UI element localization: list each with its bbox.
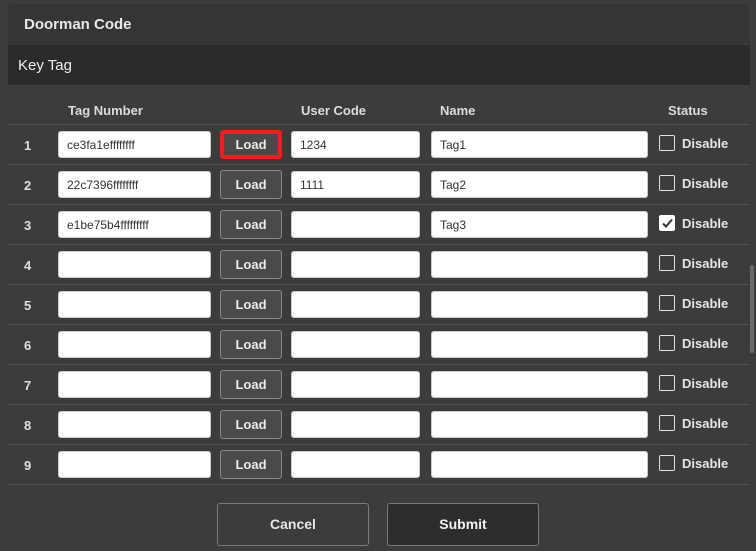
- row-number: 7: [24, 378, 32, 393]
- table-row: 2 Load Disable: [8, 165, 748, 205]
- table-row: 7 Load Disable: [8, 365, 748, 405]
- column-header-user-code: User Code: [301, 103, 367, 118]
- name-input[interactable]: [431, 451, 648, 478]
- scrollbar-thumb[interactable]: [750, 265, 754, 353]
- user-code-input[interactable]: [291, 371, 420, 398]
- table-header: Tag Number User Code Name Status: [8, 96, 748, 125]
- name-input[interactable]: [431, 371, 648, 398]
- user-code-input[interactable]: [291, 171, 420, 198]
- name-input[interactable]: [431, 291, 648, 318]
- user-code-input[interactable]: [291, 291, 420, 318]
- name-input[interactable]: [431, 331, 648, 358]
- disable-checkbox[interactable]: [659, 455, 675, 471]
- load-button[interactable]: Load: [220, 290, 282, 319]
- subsection-title: Key Tag: [18, 56, 72, 74]
- disable-checkbox-group[interactable]: Disable: [659, 415, 728, 431]
- load-button[interactable]: Load: [220, 170, 282, 199]
- user-code-input[interactable]: [291, 131, 420, 158]
- column-header-name: Name: [440, 103, 476, 118]
- load-button[interactable]: Load: [220, 410, 282, 439]
- row-number: 5: [24, 298, 32, 313]
- table-body: 1 Load Disable 2 Load Disable 3 Load Dis…: [8, 125, 748, 485]
- disable-checkbox-group[interactable]: Disable: [659, 215, 728, 231]
- user-code-input[interactable]: [291, 211, 420, 238]
- tag-number-input[interactable]: [58, 411, 211, 438]
- disable-checkbox-group[interactable]: Disable: [659, 135, 728, 151]
- row-number: 6: [24, 338, 32, 353]
- table-row: 4 Load Disable: [8, 245, 748, 285]
- disable-label: Disable: [682, 135, 729, 151]
- tag-number-input[interactable]: [58, 331, 211, 358]
- disable-checkbox[interactable]: [659, 175, 675, 191]
- user-code-input[interactable]: [291, 411, 420, 438]
- disable-checkbox[interactable]: [659, 295, 675, 311]
- row-number: 3: [24, 218, 32, 233]
- load-button[interactable]: Load: [220, 450, 282, 479]
- tag-number-input[interactable]: [58, 451, 211, 478]
- load-button[interactable]: Load: [220, 370, 282, 399]
- submit-button[interactable]: Submit: [387, 503, 539, 546]
- name-input[interactable]: [431, 211, 648, 238]
- disable-checkbox-group[interactable]: Disable: [659, 255, 728, 271]
- disable-checkbox[interactable]: [659, 335, 675, 351]
- tag-number-input[interactable]: [58, 171, 211, 198]
- section-header: Doorman Code: [8, 4, 750, 44]
- tag-number-input[interactable]: [58, 251, 211, 278]
- user-code-input[interactable]: [291, 251, 420, 278]
- load-button[interactable]: Load: [220, 130, 282, 159]
- load-button[interactable]: Load: [220, 330, 282, 359]
- disable-checkbox[interactable]: [659, 135, 675, 151]
- table-row: 8 Load Disable: [8, 405, 748, 445]
- disable-label: Disable: [682, 175, 729, 191]
- checkmark-icon: [662, 218, 673, 228]
- disable-checkbox-group[interactable]: Disable: [659, 175, 728, 191]
- user-code-input[interactable]: [291, 451, 420, 478]
- disable-label: Disable: [682, 255, 729, 271]
- disable-checkbox-group[interactable]: Disable: [659, 375, 728, 391]
- table-row: 9 Load Disable: [8, 445, 748, 485]
- subsection-header: Key Tag: [8, 45, 750, 85]
- tag-number-input[interactable]: [58, 131, 211, 158]
- disable-checkbox-group[interactable]: Disable: [659, 335, 728, 351]
- column-header-tag-number: Tag Number: [68, 103, 143, 118]
- disable-checkbox[interactable]: [659, 215, 675, 231]
- row-number: 9: [24, 458, 32, 473]
- disable-checkbox[interactable]: [659, 375, 675, 391]
- table-row: 5 Load Disable: [8, 285, 748, 325]
- row-number: 2: [24, 178, 32, 193]
- disable-checkbox-group[interactable]: Disable: [659, 455, 728, 471]
- table-row: 6 Load Disable: [8, 325, 748, 365]
- table-row: 1 Load Disable: [8, 125, 748, 165]
- table-row: 3 Load Disable: [8, 205, 748, 245]
- name-input[interactable]: [431, 131, 648, 158]
- disable-checkbox[interactable]: [659, 415, 675, 431]
- disable-checkbox-group[interactable]: Disable: [659, 295, 728, 311]
- load-button[interactable]: Load: [220, 210, 282, 239]
- key-tag-table: Tag Number User Code Name Status 1 Load …: [8, 96, 748, 485]
- name-input[interactable]: [431, 411, 648, 438]
- disable-label: Disable: [682, 295, 729, 311]
- disable-label: Disable: [682, 375, 729, 391]
- name-input[interactable]: [431, 171, 648, 198]
- user-code-input[interactable]: [291, 331, 420, 358]
- row-number: 8: [24, 418, 32, 433]
- tag-number-input[interactable]: [58, 371, 211, 398]
- cancel-button[interactable]: Cancel: [217, 503, 369, 546]
- name-input[interactable]: [431, 251, 648, 278]
- tag-number-input[interactable]: [58, 291, 211, 318]
- load-button[interactable]: Load: [220, 250, 282, 279]
- disable-label: Disable: [682, 415, 729, 431]
- disable-label: Disable: [682, 335, 729, 351]
- section-title: Doorman Code: [24, 15, 132, 33]
- disable-label: Disable: [682, 455, 729, 471]
- tag-number-input[interactable]: [58, 211, 211, 238]
- row-number: 1: [24, 138, 32, 153]
- row-number: 4: [24, 258, 32, 273]
- disable-checkbox[interactable]: [659, 255, 675, 271]
- disable-label: Disable: [682, 215, 729, 231]
- column-header-status: Status: [668, 103, 708, 118]
